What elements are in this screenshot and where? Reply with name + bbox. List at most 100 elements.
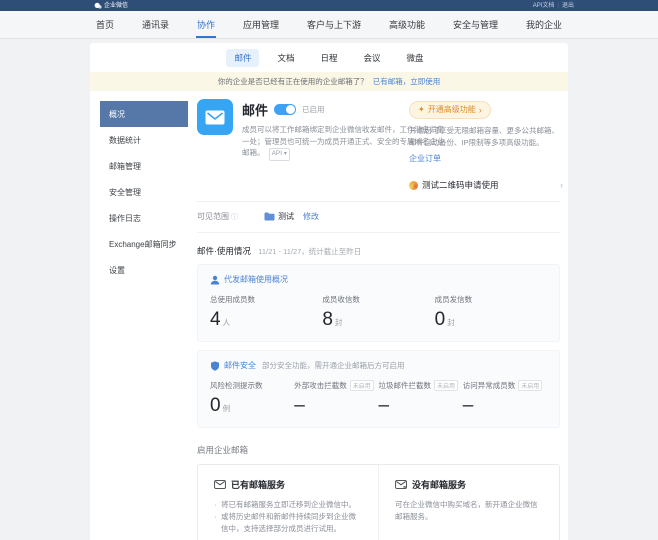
divider xyxy=(197,201,560,202)
stat-value: – xyxy=(379,395,463,417)
premium-description: 开通后可享受无限邮箱容量、更多公共邮箱、邮件自动备份、IP限制等多项高级功能。 xyxy=(409,125,563,148)
stat-total-members: 总使用成员数 4人 xyxy=(210,294,322,331)
envelope-icon xyxy=(205,110,225,125)
nav-item-my-company[interactable]: 我的企业 xyxy=(525,11,563,38)
mail-overview-panel: 邮件 已启用 成员可以将工作邮箱绑定到企业微信收发邮件，工作消息归集一处；管理员… xyxy=(188,99,560,540)
tab-calendar[interactable]: 日程 xyxy=(312,49,345,67)
existing-mailbox-actions: 迁移或同步已有邮箱 xyxy=(214,535,362,540)
sidebar-item-operation-log[interactable]: 操作日志 xyxy=(100,205,188,231)
bullet-item: 将已有邮箱服务立即迁移到企业微信中。 xyxy=(214,499,362,511)
stat-label: 垃圾邮件拦截数未启用 xyxy=(379,380,463,391)
nav-item-home[interactable]: 首页 xyxy=(95,11,115,38)
stat-mails-received: 成员收信数 8封 xyxy=(322,294,434,331)
trial-qr-apply-link[interactable]: 测试二维码申请使用 › xyxy=(409,179,563,191)
primary-nav: 首页 通讯录 协作 应用管理 客户与上下游 高级功能 安全与管理 我的企业 xyxy=(0,11,658,39)
nav-item-security-mgmt[interactable]: 安全与管理 xyxy=(452,11,499,38)
shield-icon xyxy=(210,361,220,371)
page-body: 邮件 文档 日程 会议 微盘 你的企业是否已经有正在使用的企业邮箱了？ 已有邮箱… xyxy=(0,39,658,540)
sidebar-item-exchange-sync[interactable]: Exchange邮箱同步 xyxy=(100,231,188,257)
enterprise-order-link[interactable]: 企业订单 xyxy=(409,153,441,164)
tab-docs[interactable]: 文档 xyxy=(269,49,302,67)
nav-item-collaboration[interactable]: 协作 xyxy=(196,11,216,38)
no-mailbox-actions: 新开通邮箱服务 xyxy=(395,533,543,540)
stat-label: 外部攻击拦截数未启用 xyxy=(294,380,378,391)
stat-mails-sent: 成员发信数 0封 xyxy=(435,294,547,331)
upgrade-premium-button[interactable]: ✦ 开通高级功能 › xyxy=(409,101,491,119)
sparkle-icon: ✦ xyxy=(418,105,425,114)
chevron-right-icon: › xyxy=(560,180,563,190)
topbar-link-logout[interactable]: 退出 xyxy=(557,3,574,9)
sidebar-item-security-mgmt[interactable]: 安全管理 xyxy=(100,179,188,205)
stat-unit: 封 xyxy=(447,318,455,327)
usage-card-title: 代发邮箱使用概况 xyxy=(224,274,288,285)
usage-section-header: 邮件·使用情况 11/21 - 11/27，统计截止至昨日 xyxy=(197,245,560,257)
mail-status-label: 已启用 xyxy=(302,104,325,115)
existing-mailbox-banner: 你的企业是否已经有正在使用的企业邮箱了？ 已有邮箱，立即使用 xyxy=(90,72,568,91)
sidebar-item-statistics[interactable]: 数据统计 xyxy=(100,127,188,153)
mail-security-card: 邮件安全 部分安全功能，需开通企业邮箱后方可启用 风险检测提示数 0例 外部攻击… xyxy=(197,350,560,428)
no-mailbox-description: 可在企业微信中购买域名，新开通企业微信邮箱服务。 xyxy=(395,499,543,523)
info-icon[interactable]: ⓘ xyxy=(231,212,238,222)
visible-range-value: 测试 xyxy=(264,211,294,222)
stat-abnormal-members: 访问异常成员数未启用 – xyxy=(463,380,547,417)
mail-header: 邮件 已启用 成员可以将工作邮箱绑定到企业微信收发邮件，工作消息归集一处；管理员… xyxy=(197,99,560,191)
existing-mailbox-bullets: 将已有邮箱服务立即迁移到企业微信中。 或将历史邮件和新邮件持续同步到企业微信中，… xyxy=(214,499,362,535)
banner-use-existing-link[interactable]: 已有邮箱，立即使用 xyxy=(373,77,441,86)
topbar: 企业微信 API文档 退出 xyxy=(0,0,658,11)
mail-enabled-toggle[interactable] xyxy=(274,104,296,115)
usage-title: 邮件·使用情况 xyxy=(197,246,251,256)
visible-range-dept: 测试 xyxy=(278,211,294,222)
bullet-item: 或将历史邮件和新邮件持续同步到企业微信中，支持选择部分成员进行试用。 xyxy=(214,511,362,535)
usage-stats: 总使用成员数 4人 成员收信数 8封 成员发信数 0封 xyxy=(210,294,547,331)
usage-period: 11/21 - 11/27，统计截止至昨日 xyxy=(258,247,361,256)
stat-label: 成员发信数 xyxy=(435,294,547,305)
existing-mailbox-title: 已有邮箱服务 xyxy=(231,478,285,491)
tab-meeting[interactable]: 会议 xyxy=(356,49,389,67)
stat-unit: 人 xyxy=(223,318,231,327)
stat-label: 总使用成员数 xyxy=(210,294,322,305)
caret-down-icon: ▾ xyxy=(284,151,287,157)
stat-value: 0例 xyxy=(210,395,294,417)
existing-mailbox-header: 已有邮箱服务 xyxy=(214,478,362,491)
nav-item-customers[interactable]: 客户与上下游 xyxy=(306,11,362,38)
delegated-mailbox-usage-card: 代发邮箱使用概况 总使用成员数 4人 成员收信数 8封 xyxy=(197,264,560,342)
security-card-subtitle: 部分安全功能，需开通企业邮箱后方可启用 xyxy=(262,360,405,371)
sidebar-item-overview[interactable]: 概况 xyxy=(100,101,188,127)
tab-drive[interactable]: 微盘 xyxy=(399,49,432,67)
stat-value: – xyxy=(294,395,378,417)
topbar-link-api-docs[interactable]: API文档 xyxy=(533,3,555,9)
edit-range-link[interactable]: 修改 xyxy=(303,211,319,222)
not-enabled-badge: 未启用 xyxy=(434,380,458,391)
chevron-right-icon: › xyxy=(479,105,482,115)
tab-mail[interactable]: 邮件 xyxy=(226,49,259,67)
app-logo[interactable]: 企业微信 xyxy=(94,2,128,10)
content-card: 邮件 文档 日程 会议 微盘 你的企业是否已经有正在使用的企业邮箱了？ 已有邮箱… xyxy=(90,43,568,540)
nav-item-advanced[interactable]: 高级功能 xyxy=(388,11,426,38)
wechat-work-admin-screen: 企业微信 API文档 退出 首页 通讯录 协作 应用管理 客户与上下游 高级功能… xyxy=(0,0,658,540)
mail-app-icon xyxy=(197,99,233,135)
trial-qr-apply-label: 测试二维码申请使用 xyxy=(422,179,499,191)
folder-icon xyxy=(264,212,275,221)
not-enabled-badge: 未启用 xyxy=(518,380,542,391)
nav-item-contacts[interactable]: 通讯录 xyxy=(141,11,170,38)
stat-unit: 例 xyxy=(223,404,231,413)
usage-card-header: 代发邮箱使用概况 xyxy=(210,274,547,285)
security-card-title: 邮件安全 xyxy=(224,360,256,371)
sidebar-item-mailbox-mgmt[interactable]: 邮箱管理 xyxy=(100,153,188,179)
stat-value: – xyxy=(463,395,547,417)
trial-badge-icon xyxy=(409,181,418,190)
banner-text: 你的企业是否已经有正在使用的企业邮箱了？ xyxy=(218,77,368,86)
security-stats: 风险检测提示数 0例 外部攻击拦截数未启用 – 垃圾邮件拦截数未启用 – xyxy=(210,380,547,417)
api-dropdown-badge[interactable]: API ▾ xyxy=(269,148,290,160)
stat-value: 8封 xyxy=(322,309,434,331)
stat-risk-alerts: 风险检测提示数 0例 xyxy=(210,380,294,417)
topbar-links: API文档 退出 xyxy=(533,3,574,9)
no-mailbox-title: 没有邮箱服务 xyxy=(412,478,466,491)
existing-mailbox-option: 已有邮箱服务 将已有邮箱服务立即迁移到企业微信中。 或将历史邮件和新邮件持续同步… xyxy=(198,465,378,540)
stat-value: 0封 xyxy=(435,309,547,331)
nav-item-apps[interactable]: 应用管理 xyxy=(242,11,280,38)
enable-options-card: 已有邮箱服务 将已有邮箱服务立即迁移到企业微信中。 或将历史邮件和新邮件持续同步… xyxy=(197,464,560,540)
no-mailbox-option: 没有邮箱服务 可在企业微信中购买域名，新开通企业微信邮箱服务。 新开通邮箱服务 xyxy=(378,465,559,540)
sidebar-item-settings[interactable]: 设置 xyxy=(100,257,188,283)
upgrade-premium-label: 开通高级功能 xyxy=(428,104,476,115)
